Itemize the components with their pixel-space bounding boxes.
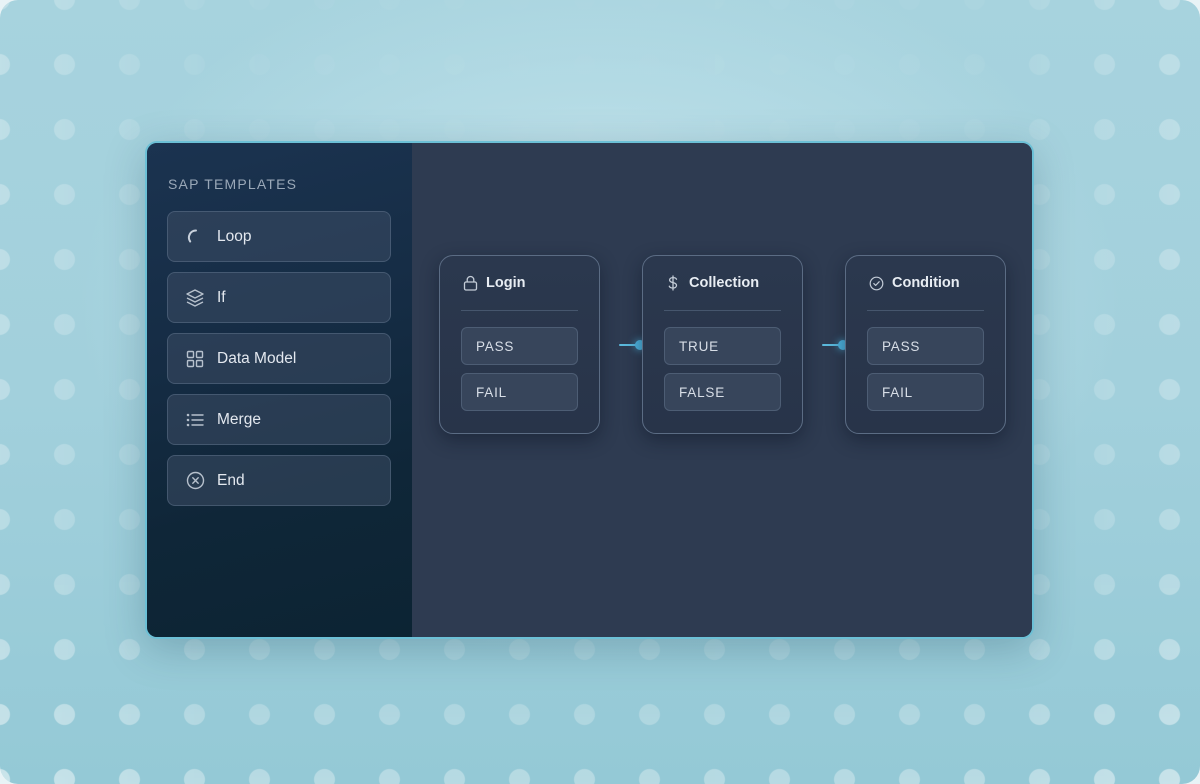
grid-icon (185, 349, 205, 369)
template-item-if[interactable]: If (167, 272, 391, 323)
check-circle-icon (868, 275, 884, 291)
template-item-label: End (217, 471, 245, 489)
templates-sidebar: SAP TEMPLATES Loop If Data Model Merge E… (147, 143, 412, 637)
node-output-true[interactable]: TRUE (664, 327, 781, 365)
node-output-pass[interactable]: PASS (867, 327, 984, 365)
node-output-pass[interactable]: PASS (461, 327, 578, 365)
node-collection[interactable]: Collection TRUE FALSE (642, 255, 803, 434)
node-output-false[interactable]: FALSE (664, 373, 781, 411)
node-title: Collection (689, 275, 760, 291)
sidebar-title: SAP TEMPLATES (168, 176, 298, 192)
workflow-canvas[interactable]: Login PASS FAIL Collection TRUE FALSE Co… (412, 143, 1032, 637)
template-item-loop[interactable]: Loop (167, 211, 391, 262)
node-output-fail[interactable]: FAIL (461, 373, 578, 411)
template-item-end[interactable]: End (167, 455, 391, 506)
template-item-label: Data Model (217, 349, 297, 367)
template-item-label: If (217, 288, 226, 306)
template-item-data-model[interactable]: Data Model (167, 333, 391, 384)
lock-icon (462, 275, 478, 291)
workflow-builder-window: SAP TEMPLATES Loop If Data Model Merge E… (145, 141, 1034, 639)
template-item-label: Merge (217, 410, 261, 428)
node-header: Collection (664, 256, 781, 311)
node-output-fail[interactable]: FAIL (867, 373, 984, 411)
node-login[interactable]: Login PASS FAIL (439, 255, 600, 434)
list-icon (185, 410, 205, 430)
node-condition[interactable]: Condition PASS FAIL (845, 255, 1006, 434)
template-item-label: Loop (217, 227, 252, 245)
template-item-merge[interactable]: Merge (167, 394, 391, 445)
layers-icon (185, 288, 205, 308)
loading-arc-icon (185, 227, 205, 247)
node-title: Condition (892, 275, 960, 291)
dollar-icon (665, 275, 681, 291)
close-circle-icon (185, 471, 205, 491)
node-header: Login (461, 256, 578, 311)
node-title: Login (486, 275, 526, 291)
node-header: Condition (867, 256, 984, 311)
